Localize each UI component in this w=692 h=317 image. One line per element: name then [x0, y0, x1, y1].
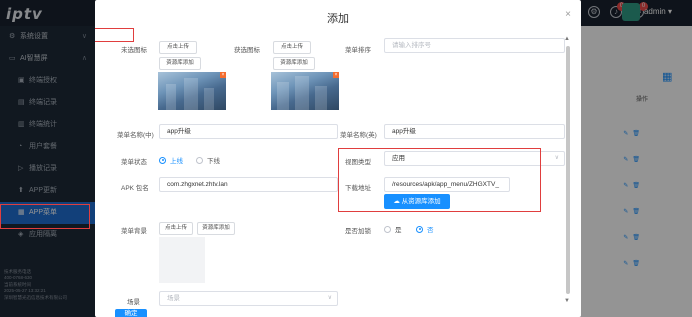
- icon-preview-image: ×: [158, 72, 226, 110]
- highlight-box: [0, 204, 90, 229]
- dialog-scrollbar[interactable]: ▲ ▼: [564, 36, 570, 304]
- name-cn-input[interactable]: app升级: [159, 124, 338, 139]
- status-label: 菜单状态: [121, 159, 147, 166]
- add-dialog: 添加 × 未选图标 点击上传 资源库添加 × 获选图标 点击上传 资源库添加 ×…: [95, 0, 581, 317]
- apk-label: APK 包名: [121, 185, 149, 192]
- close-icon[interactable]: ×: [565, 9, 571, 20]
- name-en-label: 菜单名称(英): [340, 132, 377, 139]
- chevron-down-icon: ∨: [554, 155, 559, 161]
- close-icon[interactable]: ×: [333, 72, 339, 78]
- upload-button[interactable]: 点击上传: [159, 41, 197, 54]
- library-add-button[interactable]: 资源库添加: [197, 222, 235, 235]
- confirm-button[interactable]: 确定: [115, 309, 147, 317]
- scene-select[interactable]: 场景 ∨: [159, 291, 338, 306]
- close-icon[interactable]: ×: [220, 72, 226, 78]
- sort-label: 菜单排序: [345, 47, 371, 54]
- upload-button[interactable]: 点击上传: [273, 41, 311, 54]
- scroll-down-icon[interactable]: ▼: [564, 298, 570, 304]
- lock-yes-radio[interactable]: 是: [384, 224, 402, 234]
- library-add-button[interactable]: 资源库添加: [273, 57, 315, 70]
- sort-input[interactable]: 请输入排序号: [384, 38, 565, 53]
- library-add-button[interactable]: 资源库添加: [159, 57, 201, 70]
- background-label: 菜单背景: [121, 228, 147, 235]
- selected-icon-label: 获选图标: [234, 47, 260, 54]
- highlight-box: [338, 148, 541, 212]
- highlight-box: [95, 28, 134, 42]
- selected-icon-preview-image: ×: [271, 72, 339, 110]
- lock-label: 是否加锁: [345, 228, 371, 235]
- scroll-up-icon[interactable]: ▲: [564, 36, 570, 42]
- name-en-input[interactable]: app升级: [384, 124, 565, 139]
- dialog-title: 添加: [327, 13, 349, 25]
- status-offline-radio[interactable]: 下线: [196, 155, 220, 165]
- lock-no-radio[interactable]: 否: [416, 224, 434, 234]
- chevron-down-icon: ∨: [327, 295, 332, 301]
- background-preview: [159, 237, 205, 283]
- apk-input[interactable]: com.zhgxnet.zhtv.lan: [159, 177, 338, 192]
- status-online-radio[interactable]: 上线: [159, 155, 183, 165]
- upload-button[interactable]: 点击上传: [159, 222, 193, 235]
- select-icon-label: 未选图标: [121, 47, 147, 54]
- scroll-thumb[interactable]: [566, 46, 570, 294]
- scene-label: 场景: [127, 299, 140, 306]
- name-cn-label: 菜单名称(中): [117, 132, 154, 139]
